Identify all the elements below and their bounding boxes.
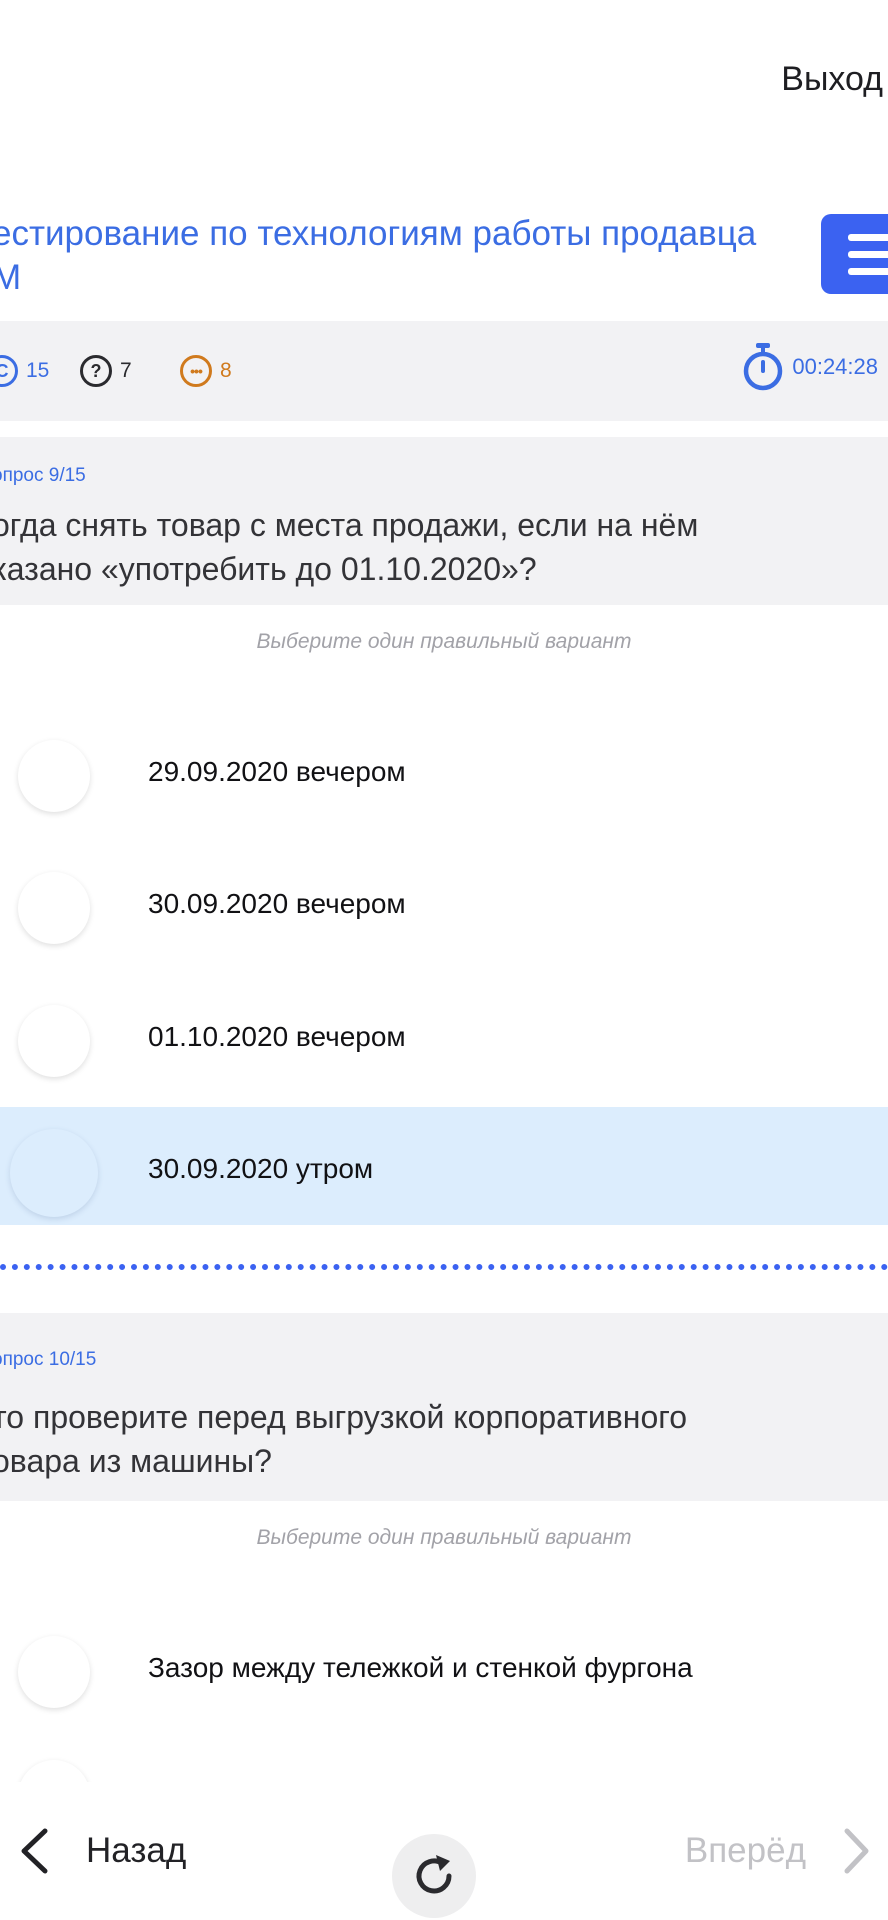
answer-option[interactable]: 01.10.2020 вечером	[0, 975, 888, 1093]
menu-button[interactable]	[821, 214, 888, 294]
answer-hint: Выберите один правильный вариант	[256, 1526, 632, 1549]
answer-option[interactable]: Зазор между тележкой и стенкой фургона	[0, 1606, 888, 1724]
answer-option-label: 29.09.2020 вечером	[148, 756, 406, 787]
ellipsis-icon: •••	[180, 355, 212, 387]
question-9-block: опрос 9/15 огда снять товар с места прод…	[0, 437, 888, 605]
forward-button-label: Вперёд	[684, 1831, 806, 1870]
timer: 00:24:28	[742, 343, 878, 391]
answer-option-partial[interactable]	[0, 1730, 888, 1782]
question-number: опрос 10/15	[0, 1349, 97, 1370]
menu-icon	[848, 234, 888, 241]
forward-button[interactable]: Вперёд	[685, 1828, 870, 1874]
question-text: то проверите перед выгрузкой корпоративн…	[0, 1395, 888, 1483]
radio-button[interactable]	[18, 1636, 90, 1708]
answer-option[interactable]: 29.09.2020 вечером	[0, 710, 888, 828]
answer-option-label: 01.10.2020 вечером	[148, 1021, 406, 1052]
back-button[interactable]: Назад	[18, 1828, 186, 1874]
radio-button[interactable]	[18, 1005, 90, 1077]
question-number: опрос 9/15	[0, 465, 86, 486]
answer-option[interactable]: 30.09.2020 вечером	[0, 842, 888, 960]
bottom-nav-bar: Назад Вперёд	[0, 1782, 888, 1920]
menu-icon-line	[848, 251, 888, 258]
back-button-label: Назад	[86, 1831, 187, 1870]
header: Выход	[0, 0, 888, 160]
timer-value: 00:24:28	[792, 354, 878, 379]
radio-button-selected[interactable]	[10, 1129, 98, 1217]
exit-button[interactable]: Выход	[781, 60, 883, 99]
stopwatch-icon	[744, 343, 783, 391]
question-text-line2: овара из машины?	[0, 1443, 272, 1479]
stat-skipped-value: 8	[220, 359, 232, 382]
stat-total-value: 15	[26, 359, 50, 382]
refresh-icon	[416, 1855, 452, 1894]
test-title-row: естирование по технологиям работы продав…	[0, 200, 888, 310]
test-title-line1: естирование по технологиям работы продав…	[0, 214, 757, 253]
answer-option-label: 30.09.2020 вечером	[148, 888, 406, 919]
question-mark-icon: ?	[80, 355, 112, 387]
chevron-left-icon	[21, 1828, 48, 1874]
question-text-line2: казано «употребить до 01.10.2020»?	[0, 551, 537, 587]
menu-icon-line	[848, 268, 888, 275]
question-10-block: опрос 10/15 то проверите перед выгрузкой…	[0, 1313, 888, 1501]
total-questions-icon: C	[0, 355, 18, 387]
chevron-right-icon	[844, 1828, 869, 1874]
test-title: естирование по технологиям работы продав…	[0, 212, 812, 300]
question-text-line1: то проверите перед выгрузкой корпоративн…	[0, 1399, 688, 1435]
stat-total[interactable]: C 15	[0, 353, 49, 389]
radio-button[interactable]	[18, 1760, 90, 1782]
question-text-line1: огда снять товар с места продажи, если н…	[0, 507, 699, 543]
question-separator	[0, 1264, 888, 1270]
stat-unanswered[interactable]: ? 7	[80, 353, 132, 389]
answer-option-selected[interactable]: 30.09.2020 утром	[0, 1107, 888, 1225]
answer-hint: Выберите один правильный вариант	[256, 630, 632, 653]
stats-bar: C 15 ? 7 ••• 8 00:24:28	[0, 321, 888, 421]
stat-skipped[interactable]: ••• 8	[180, 353, 232, 389]
answer-option-label: 30.09.2020 утром	[148, 1153, 374, 1184]
radio-button[interactable]	[18, 872, 90, 944]
refresh-button[interactable]	[392, 1834, 476, 1918]
radio-button[interactable]	[18, 740, 90, 812]
test-title-line2: М	[0, 258, 22, 297]
question-text: огда снять товар с места продажи, если н…	[0, 503, 888, 591]
answer-option-label: Зазор между тележкой и стенкой фургона	[148, 1652, 693, 1683]
stat-unanswered-value: 7	[120, 359, 132, 382]
